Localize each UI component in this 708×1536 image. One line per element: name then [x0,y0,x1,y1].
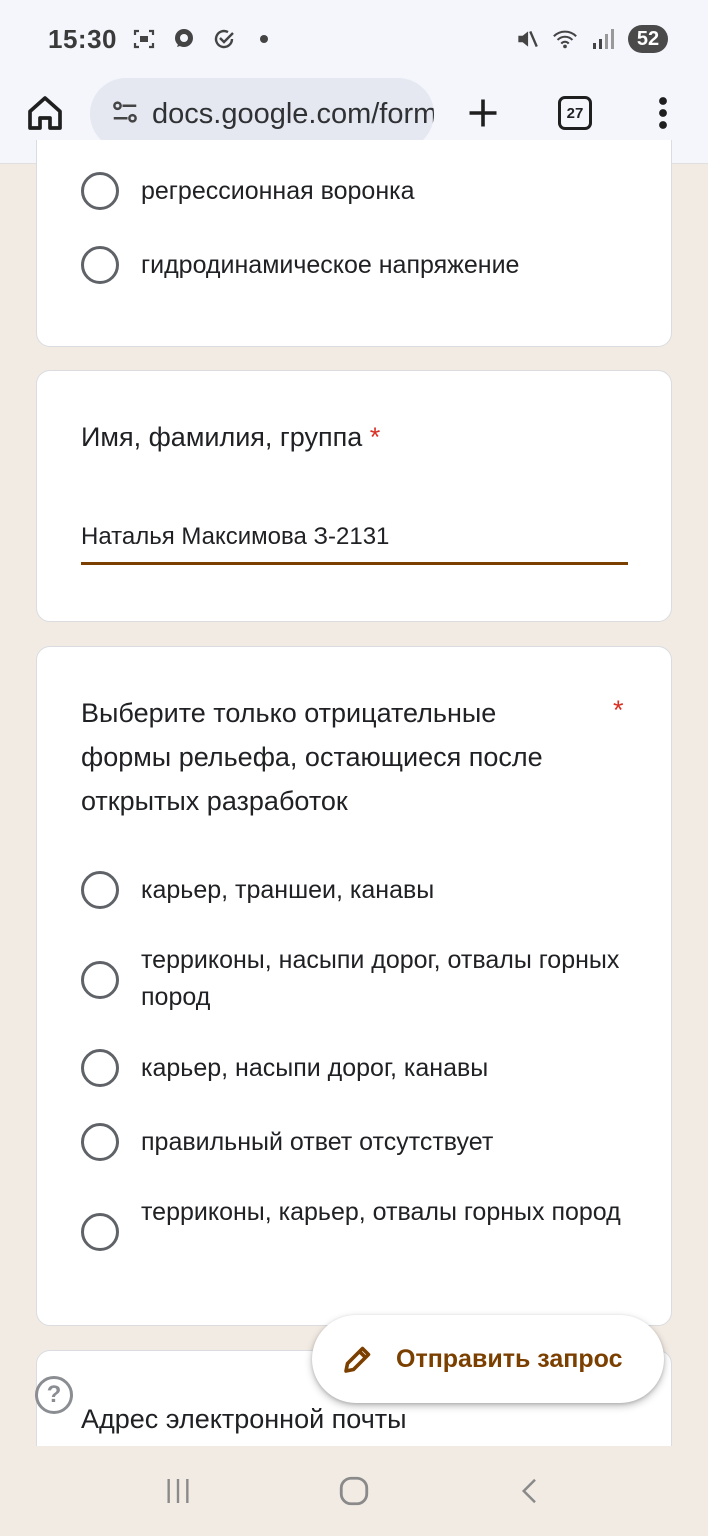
radio-option[interactable]: карьер, траншеи, канавы [81,871,434,909]
option-label: карьер, траншеи, канавы [141,875,435,904]
radio-option[interactable]: гидродинамическое напряжение [81,246,519,284]
home-button[interactable] [22,90,68,136]
signal-icon [590,26,616,52]
battery-indicator: 52 [628,25,668,53]
home-nav-icon [339,1476,369,1506]
required-mark: * [613,695,624,725]
tabs-count: 27 [558,96,592,130]
home-nav-button[interactable] [324,1461,384,1521]
recent-apps-button[interactable] [148,1461,208,1521]
option-label: регрессионная воронка [141,176,415,205]
wifi-icon [552,26,578,52]
option-label: карьер, насыпи дорог, канавы [141,1053,489,1082]
check-circle-icon [211,26,237,52]
question-title: Имя, фамилия, группа * [81,415,380,459]
radio-option[interactable]: регрессионная воронка [81,172,415,210]
more-vert-icon [659,97,667,129]
radio-button[interactable] [81,871,119,909]
option-label: гидродинамическое напряжение [141,250,520,279]
url-text: docs.google.com/forms [152,97,434,130]
site-settings-icon[interactable] [110,97,140,132]
system-nav-bar [0,1446,708,1536]
question-card-name: Имя, фамилия, группа * [36,370,672,622]
radio-button[interactable] [81,1213,119,1251]
chat-icon [171,26,197,52]
required-mark: * [369,422,381,452]
radio-button[interactable] [81,172,119,210]
request-edit-label: Отправить запрос [396,1344,623,1373]
status-right: 52 [514,25,668,53]
recent-apps-icon [167,1479,189,1503]
more-menu-button[interactable] [640,90,686,136]
status-bar: 15:30 52 [0,0,708,78]
radio-button[interactable] [81,1049,119,1087]
help-icon[interactable]: ? [35,1376,73,1414]
radio-option[interactable]: правильный ответ отсутствует [81,1123,493,1161]
mute-icon [514,26,540,52]
dot-icon [251,26,277,52]
home-icon [28,96,62,130]
radio-button[interactable] [81,1123,119,1161]
question-card-relief: Выберите только отрицательные формы рель… [36,646,672,1326]
status-left: 15:30 [48,24,277,55]
question-card-1: регрессионная воронка гидродинамическое … [36,140,672,347]
option-label: терриконы, насыпи дорог, отвалы горных п… [141,946,620,1011]
radio-option[interactable]: карьер, насыпи дорог, канавы [81,1049,488,1087]
request-edit-button[interactable]: Отправить запрос [312,1315,664,1403]
radio-option[interactable]: терриконы, карьер, отвалы горных пород [81,1198,621,1251]
name-answer-input[interactable] [81,517,628,565]
option-label: терриконы, карьер, отвалы горных пород [141,1198,621,1226]
question-title-text: Выберите только отрицательные формы рель… [81,698,543,816]
back-button[interactable] [500,1461,560,1521]
plus-icon [469,99,497,127]
question-title-text: Имя, фамилия, группа [81,422,363,452]
status-time: 15:30 [48,23,117,54]
option-label: правильный ответ отсутствует [141,1127,494,1156]
new-tab-button[interactable] [460,90,506,136]
question-title-text: Адрес электронной почты [81,1404,407,1434]
radio-option[interactable]: терриконы, насыпи дорог, отвалы горных п… [81,946,619,1011]
radio-button[interactable] [81,246,119,284]
pencil-icon [344,1346,371,1373]
radio-button[interactable] [81,961,119,999]
tab-switcher-button[interactable]: 27 [552,90,598,136]
back-icon [521,1478,536,1504]
screenshot-icon [131,26,157,52]
